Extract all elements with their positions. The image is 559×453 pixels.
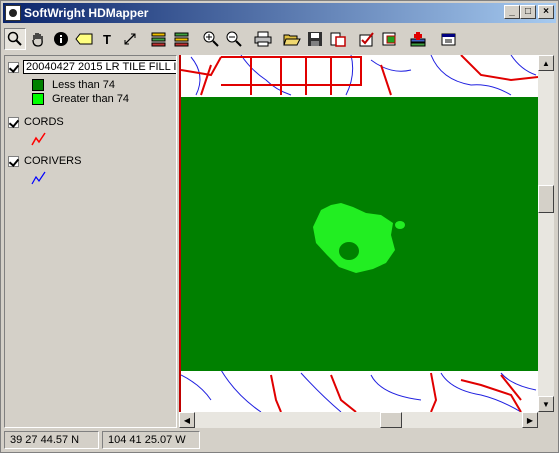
latitude-readout: 39 27 44.57 N bbox=[4, 431, 99, 449]
app-window: SoftWright HDMapper _ □ × T 20040427 201… bbox=[0, 0, 559, 453]
info-tool-button[interactable] bbox=[50, 28, 72, 50]
print-button[interactable] bbox=[252, 28, 274, 50]
zoom-tool-button[interactable] bbox=[4, 28, 26, 50]
scroll-left-button[interactable]: ◀ bbox=[179, 412, 195, 428]
layer-visibility-checkbox[interactable] bbox=[8, 61, 19, 73]
road-line-icon bbox=[31, 132, 46, 146]
printer-icon bbox=[254, 31, 272, 47]
add-layer-icon bbox=[410, 32, 426, 47]
minimize-button[interactable]: _ bbox=[504, 5, 520, 19]
zoom-out-button[interactable] bbox=[223, 28, 245, 50]
low-value-hole bbox=[339, 242, 359, 260]
layer-name: CORIVERS bbox=[24, 155, 82, 167]
zoom-out-icon bbox=[226, 31, 242, 47]
title-bar[interactable]: SoftWright HDMapper _ □ × bbox=[3, 3, 556, 23]
window-title: SoftWright HDMapper bbox=[24, 6, 149, 20]
save-button[interactable] bbox=[304, 28, 326, 50]
status-bar: 39 27 44.57 N 104 41 25.07 W bbox=[4, 431, 555, 450]
class-swatch-greater bbox=[32, 93, 44, 105]
layer-list-button[interactable] bbox=[437, 28, 459, 50]
open-button[interactable] bbox=[281, 28, 303, 50]
edit-layer-button[interactable] bbox=[356, 28, 378, 50]
add-layer-button[interactable] bbox=[408, 28, 430, 50]
layer-properties-button[interactable] bbox=[379, 28, 401, 50]
horizontal-scroll-thumb[interactable] bbox=[380, 412, 402, 428]
app-icon bbox=[5, 5, 21, 21]
text-tool-button[interactable]: T bbox=[96, 28, 118, 50]
layer-properties-icon bbox=[382, 32, 396, 46]
export-button[interactable] bbox=[327, 28, 349, 50]
label-icon bbox=[75, 33, 93, 45]
scroll-down-button[interactable]: ▼ bbox=[538, 396, 554, 412]
class-label-less: Less than 74 bbox=[52, 79, 115, 91]
text-icon: T bbox=[103, 31, 111, 47]
close-button[interactable]: × bbox=[538, 5, 554, 19]
scroll-up-button[interactable]: ▲ bbox=[538, 55, 554, 71]
class-label-greater: Greater than 74 bbox=[52, 93, 130, 105]
hand-icon bbox=[32, 33, 43, 47]
map-canvas[interactable] bbox=[181, 55, 538, 412]
zoom-in-button[interactable] bbox=[200, 28, 222, 50]
legend-panel: 20040427 2015 LR TILE FILL I Less than 7… bbox=[4, 55, 177, 428]
magnifier-icon bbox=[7, 31, 22, 46]
vertical-scroll-thumb[interactable] bbox=[538, 185, 554, 213]
layer-name: CORDS bbox=[24, 116, 64, 128]
legend-layer-tile-fill[interactable]: 20040427 2015 LR TILE FILL I bbox=[8, 60, 177, 74]
check-layer-icon bbox=[359, 32, 374, 47]
folder-open-icon bbox=[283, 34, 301, 46]
map-view[interactable] bbox=[179, 55, 538, 412]
floppy-disk-icon bbox=[308, 32, 322, 46]
layer-name: 20040427 2015 LR TILE FILL I bbox=[22, 60, 177, 74]
vertical-scrollbar[interactable]: ▲ ▼ bbox=[538, 55, 554, 412]
legend-layer-cords[interactable]: CORDS bbox=[8, 116, 64, 128]
class-swatch-less bbox=[32, 79, 44, 91]
scroll-right-button[interactable]: ▶ bbox=[522, 412, 538, 428]
toolbar: T bbox=[3, 26, 556, 52]
layers-icon bbox=[151, 32, 166, 47]
layer-visibility-checkbox[interactable] bbox=[8, 155, 19, 167]
scrollbar-corner bbox=[538, 412, 554, 428]
layer-visibility-checkbox[interactable] bbox=[8, 116, 19, 128]
info-icon bbox=[54, 32, 68, 46]
layers-icon bbox=[174, 32, 189, 47]
zoom-in-icon bbox=[203, 31, 219, 47]
horizontal-scrollbar[interactable]: ◀ ▶ bbox=[179, 412, 538, 428]
list-window-icon bbox=[441, 33, 456, 46]
label-tool-button[interactable] bbox=[73, 28, 95, 50]
line-tool-button[interactable] bbox=[119, 28, 141, 50]
layers-down-button[interactable] bbox=[171, 28, 193, 50]
export-icon bbox=[330, 32, 346, 47]
diagonal-arrow-icon bbox=[124, 33, 136, 45]
longitude-readout: 104 41 25.07 W bbox=[102, 431, 200, 449]
maximize-button[interactable]: □ bbox=[520, 5, 536, 19]
legend-layer-corivers[interactable]: CORIVERS bbox=[8, 155, 81, 167]
river-line-icon bbox=[31, 171, 46, 185]
layers-up-button[interactable] bbox=[148, 28, 170, 50]
pan-tool-button[interactable] bbox=[27, 28, 49, 50]
